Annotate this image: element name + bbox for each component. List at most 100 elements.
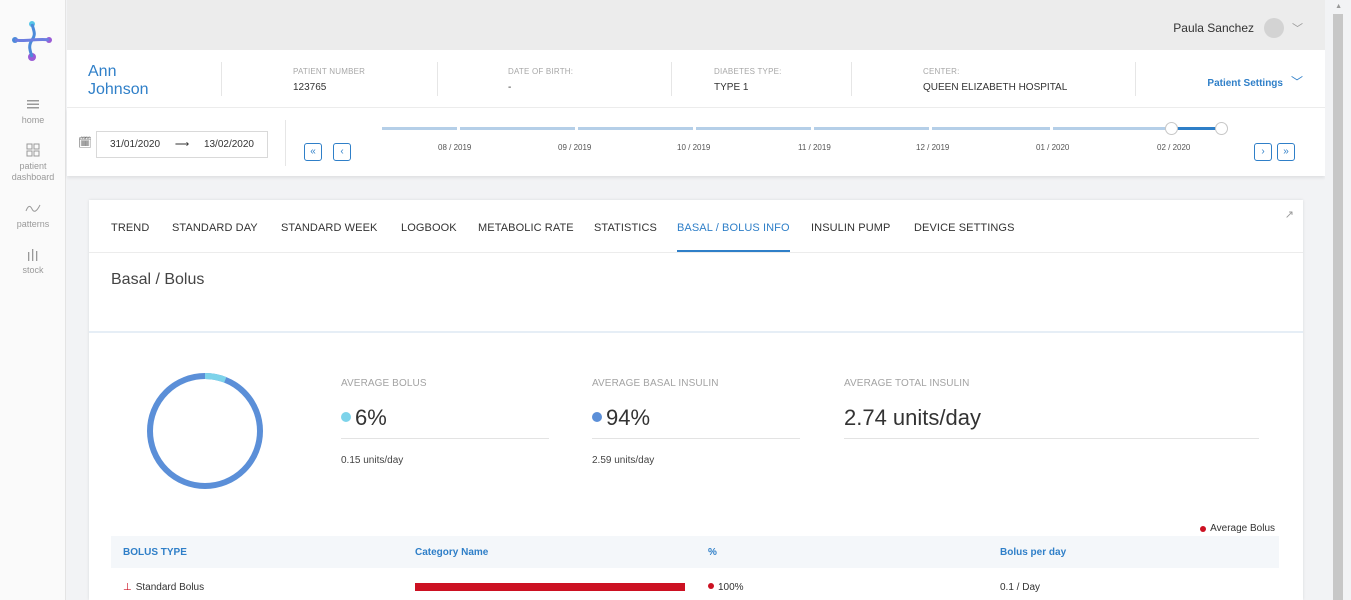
average-bolus-label: AVERAGE BOLUS [341,378,427,389]
divider [671,62,672,96]
month-label: 08 / 2019 [438,143,472,152]
tab-basal-bolus-info[interactable]: BASAL / BOLUS INFO [677,222,790,234]
average-bolus-units: 0.15 units/day [341,455,404,466]
patterns-icon [25,204,41,212]
chevron-down-icon: ﹀ [1290,75,1303,89]
page-scrollbar[interactable]: ▲ [1325,0,1351,600]
user-menu[interactable]: Paula Sanchez ﹀ [1173,18,1303,38]
last-page-button[interactable]: » [1277,143,1295,161]
table-cell-bolus-type: ⊥ Standard Bolus [123,582,204,593]
timeline-track[interactable] [460,127,575,130]
timeline-track[interactable] [814,127,929,130]
divider [221,62,222,96]
month-label: 11 / 2019 [798,143,831,152]
range-start-handle[interactable] [1165,122,1178,135]
basal-bolus-donut [147,373,263,489]
patient-number: PATIENT NUMBER 123765 [293,67,365,93]
scroll-thumb[interactable] [1333,14,1343,600]
patient-settings-button[interactable]: Patient Settings ﹀ [1207,73,1303,90]
first-page-button[interactable]: « [304,143,322,161]
average-basal-units: 2.59 units/day [592,455,655,466]
sidebar-item-stock[interactable]: stock [0,246,66,276]
sidebar: home patient dashboard patterns stock [0,0,66,600]
calendar-icon: 🗓 [78,137,92,149]
previous-button[interactable]: ‹ [333,143,351,161]
patient-name: Ann Johnson [88,63,149,99]
basal-dot [592,412,602,423]
dob-value: - [508,82,512,93]
donut-basal-arc [147,373,263,489]
table-cell-bolus-per-day: 0.1 / Day [1000,582,1041,593]
average-basal-value: 94% [592,405,650,431]
start-date: 31/01/2020 [110,139,161,150]
dob-label: DATE OF BIRTH: [508,67,574,76]
chart-legend: Average Bolus [1200,523,1275,534]
category-bar [415,583,685,591]
collapse-icon[interactable]: ↗ [1285,208,1294,221]
column-header[interactable]: Bolus per day [1000,547,1066,558]
diabetes-type-value: TYPE 1 [714,82,749,93]
tab-insulin-pump[interactable]: INSULIN PUMP [811,222,890,234]
sidebar-item-label: patterns [16,219,50,229]
sidebar-item-label: stock [22,265,44,275]
percent-value: 100% [718,582,744,593]
percent-dot [708,583,714,590]
scroll-up-arrow-icon[interactable]: ▲ [1335,3,1342,10]
diabetes-type: DIABETES TYPE: TYPE 1 [714,67,782,93]
sidebar-item-patterns[interactable]: patterns [0,200,66,230]
month-label: 09 / 2019 [558,143,592,152]
tab-trend[interactable]: TREND [111,222,149,234]
sidebar-item-label: patient dashboard [11,161,55,182]
tab-standard-week[interactable]: STANDARD WEEK [281,222,377,234]
next-button[interactable]: › [1254,143,1272,161]
patient-number-label: PATIENT NUMBER [293,67,366,76]
tab-metabolic-rate[interactable]: METABOLIC RATE [478,222,574,234]
patient-number-value: 123765 [293,82,327,93]
home-icon [27,100,39,109]
sidebar-item-label: home [21,115,45,125]
column-header[interactable]: % [708,547,717,558]
timeline-track[interactable] [578,127,693,130]
timeline-selection[interactable] [1175,127,1220,130]
patient-last-name: Johnson [88,81,149,98]
logo-icon[interactable] [10,18,54,62]
user-name: Paula Sanchez [1173,21,1254,35]
divider [851,62,852,96]
tab-statistics[interactable]: STATISTICS [594,222,657,234]
center-value: QUEEN ELIZABETH HOSPITAL [923,82,1068,93]
divider [1135,62,1136,96]
timeline-track[interactable] [932,127,1050,130]
grid-icon [26,143,40,157]
patient-first-name: Ann [88,63,117,80]
divider [592,438,800,439]
timeline-track[interactable] [696,127,811,130]
top-bar: Paula Sanchez ﹀ [67,0,1325,50]
timeline-track[interactable] [382,127,457,130]
average-bolus-value: 6% [341,405,387,431]
bolus-dot [341,412,351,423]
divider [89,331,1303,333]
column-header[interactable]: BOLUS TYPE [123,547,187,558]
center: CENTER: QUEEN ELIZABETH HOSPITAL [923,67,1067,93]
diabetes-type-label: DIABETES TYPE: [714,67,782,76]
tab-bar: TREND STANDARD DAY STANDARD WEEK LOGBOOK… [89,200,1303,253]
sidebar-item-patient-dashboard[interactable]: patient dashboard [0,142,66,183]
bolus-type-icon: ⊥ [123,582,132,593]
table-header: BOLUS TYPE Category Name % Bolus per day [111,536,1279,568]
divider [437,62,438,96]
basal-bolus-card: TREND STANDARD DAY STANDARD WEEK LOGBOOK… [89,200,1303,600]
chevron-down-icon: ﹀ [1292,23,1303,35]
range-end-handle[interactable] [1215,122,1228,135]
month-label: 12 / 2019 [916,143,950,152]
column-header[interactable]: Category Name [415,547,488,558]
tab-logbook[interactable]: LOGBOOK [401,222,457,234]
date-range-picker[interactable]: 31/01/2020 ⟶ 13/02/2020 [96,131,268,158]
end-date: 13/02/2020 [203,139,254,150]
month-label: 10 / 2019 [677,143,711,152]
active-tab-indicator [677,250,790,252]
sidebar-item-home[interactable]: home [0,96,66,126]
tab-standard-day[interactable]: STANDARD DAY [172,222,258,234]
tab-device-settings[interactable]: DEVICE SETTINGS [914,222,1015,234]
timeline-track[interactable] [1053,127,1171,130]
avatar [1264,18,1284,38]
